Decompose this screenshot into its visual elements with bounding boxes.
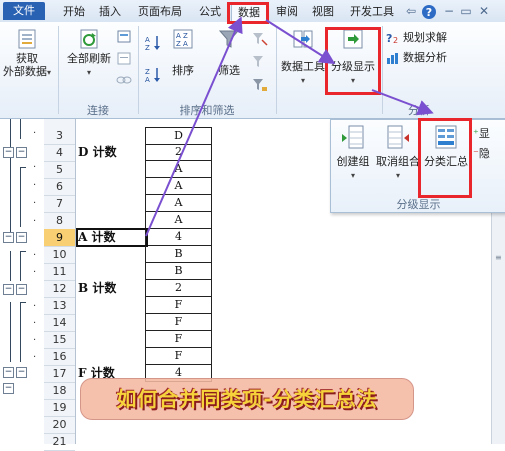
- arrow-cell-to-data-tab: [145, 16, 243, 237]
- tutorial-banner: 如何合并同类项-分类汇总法: [80, 378, 414, 420]
- arrow-outline-to-subtotal: [371, 89, 434, 116]
- arrow-data-tab-to-outline: [265, 19, 336, 65]
